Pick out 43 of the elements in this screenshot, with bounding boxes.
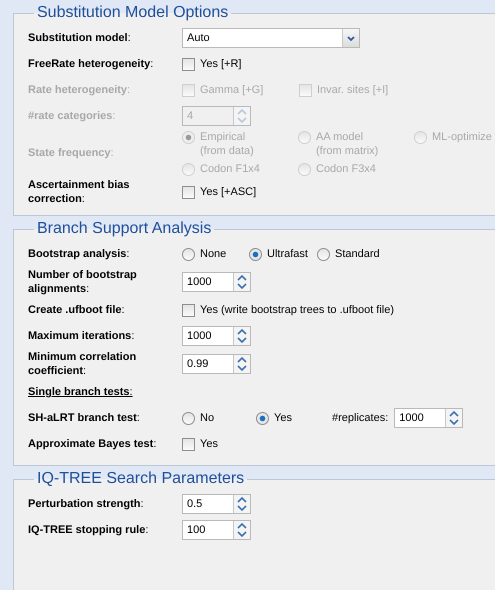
field-label: Maximum iterations: (28, 329, 136, 343)
checkbox[interactable]: Yes [+R] (182, 57, 242, 71)
radio-button[interactable]: No (182, 411, 256, 425)
up-down-arrows-icon[interactable] (233, 495, 250, 513)
section-title: IQ-TREE Search Parameters (36, 470, 246, 488)
replicates-label: #replicates: (332, 412, 388, 424)
radio-button[interactable]: None (182, 247, 249, 261)
field-label: Rate heterogeneity: (28, 83, 132, 97)
field-label: Number of bootstrap alignments: (28, 268, 138, 296)
radio-button[interactable]: Yes (256, 411, 332, 425)
field-label: State frequency: (28, 146, 115, 160)
field-label: Minimum correlation coefficient: (28, 350, 138, 378)
number-spinner[interactable]: 1000 (394, 408, 464, 428)
field-label: Bootstrap analysis: (28, 247, 130, 261)
field-label: Create .ufboot file: (28, 303, 126, 317)
checkbox[interactable]: Yes (182, 437, 218, 451)
caret-icon[interactable] (342, 29, 359, 47)
model-dropdown[interactable]: Auto (182, 28, 360, 48)
field-label: Perturbation strength: (28, 497, 145, 511)
field-label: IQ-TREE stopping rule: (28, 523, 150, 537)
up-down-arrows-icon[interactable] (445, 409, 462, 427)
number-spinner[interactable]: 1000 (182, 272, 251, 292)
up-down-arrows-icon[interactable] (233, 521, 250, 539)
up-down-arrows-icon[interactable] (233, 355, 250, 373)
number-spinner[interactable]: 1000 (182, 326, 251, 346)
field-label: #rate categories: (28, 109, 116, 123)
up-down-arrows-icon[interactable] (233, 273, 250, 291)
section-title: Branch Support Analysis (36, 220, 212, 238)
number-spinner[interactable]: 0.5 (182, 494, 251, 514)
checkbox[interactable]: Yes [+ASC] (182, 185, 256, 199)
checkbox[interactable]: Yes (write bootstrap trees to .ufboot file) (182, 303, 394, 317)
up-down-arrows-icon[interactable] (233, 327, 250, 345)
field-label: Approximate Bayes test: (28, 437, 158, 451)
number-spinner[interactable]: 100 (182, 520, 251, 540)
field-label: Ascertainment bias correction: (28, 178, 130, 206)
field-label: Substitution model: (28, 31, 132, 45)
radio-button[interactable]: Ultrafast (249, 247, 317, 261)
field-label: FreeRate heterogeneity: (28, 57, 154, 71)
radio-button[interactable]: Standard (317, 247, 380, 261)
field-label: Single branch tests: (28, 385, 134, 399)
field-label: SH-aLRT branch test: (28, 411, 141, 425)
section-title: Substitution Model Options (36, 4, 230, 22)
number-spinner[interactable]: 0.99 (182, 354, 251, 374)
